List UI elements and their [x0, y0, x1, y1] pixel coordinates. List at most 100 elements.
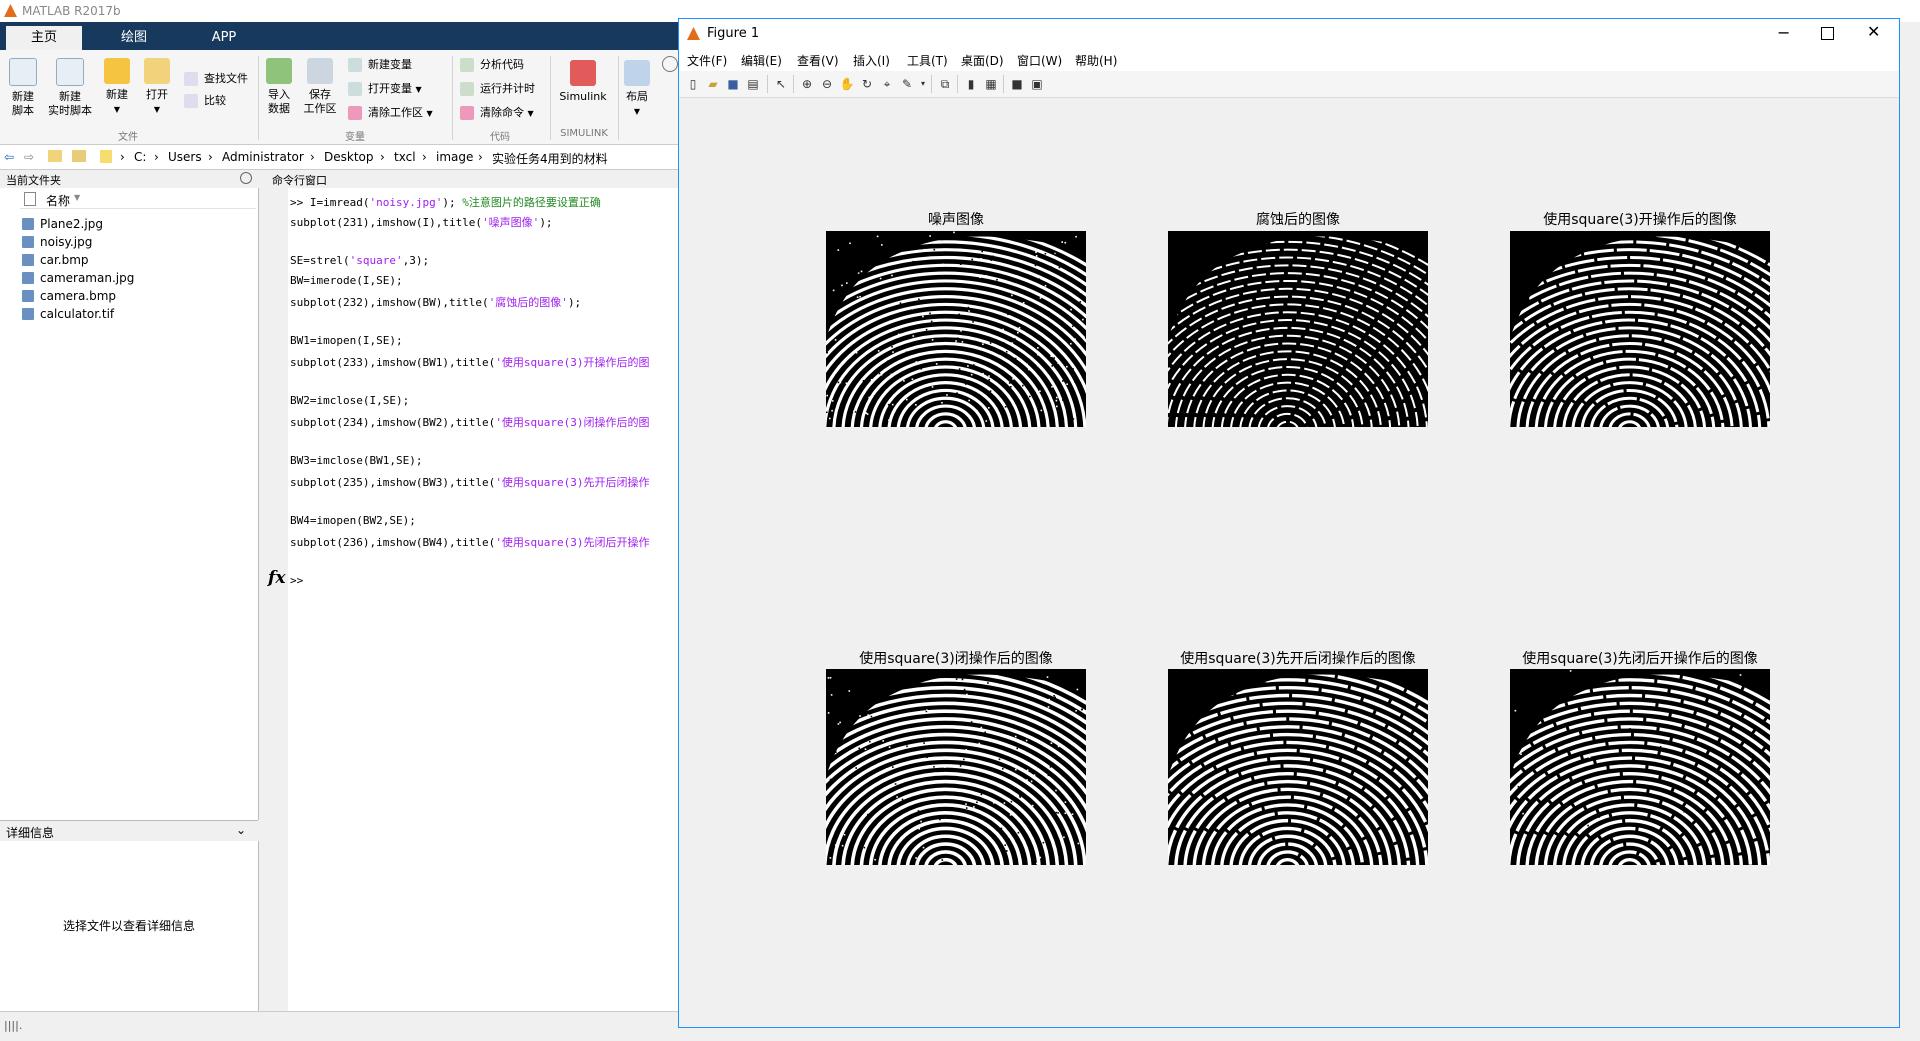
- chevron-down-icon[interactable]: ⌄: [236, 823, 246, 837]
- noise-speck: [984, 731, 986, 734]
- address-bar: ⇦ ⇨ › C: › Users › Administrator › Deskt…: [0, 145, 680, 170]
- new-button[interactable]: 新建 ▼: [102, 58, 132, 117]
- up-folder-icon[interactable]: [48, 150, 62, 162]
- edit-plot-arrow-icon[interactable]: ↖: [773, 76, 789, 92]
- fingerprint-image-eroded[interactable]: [1168, 231, 1428, 427]
- legend-icon[interactable]: ▦: [983, 76, 999, 92]
- layout-button[interactable]: 布局 ▼: [622, 60, 652, 119]
- colorbar-icon[interactable]: ▮: [963, 76, 979, 92]
- find-files-button[interactable]: 查找文件: [182, 70, 248, 88]
- current-folder-header: 当前文件夹: [0, 170, 258, 189]
- tab-apps[interactable]: APP: [186, 26, 262, 50]
- menu-insert[interactable]: 插入(I): [853, 52, 890, 69]
- list-item[interactable]: Plane2.jpg: [22, 215, 103, 233]
- function-browser-fx-icon[interactable]: fx: [268, 568, 285, 588]
- noise-speck: [920, 368, 922, 370]
- fingerprint-image-openclose[interactable]: [1168, 669, 1428, 865]
- noise-speck: [933, 246, 935, 249]
- list-item[interactable]: car.bmp: [22, 251, 89, 269]
- details-message: 选择文件以查看详细信息: [62, 919, 195, 933]
- fingerprint-image-close[interactable]: [826, 669, 1086, 865]
- command-prompt[interactable]: >>: [290, 574, 303, 587]
- zoom-in-icon[interactable]: ⊕: [799, 76, 815, 92]
- menu-window[interactable]: 窗口(W): [1017, 52, 1062, 69]
- minimize-icon[interactable]: −: [1777, 23, 1790, 42]
- fingerprint-image-noisy[interactable]: [826, 231, 1086, 427]
- open-button[interactable]: 打开 ▼: [142, 58, 172, 117]
- compare-button[interactable]: 比较: [182, 92, 226, 110]
- run-and-time-button[interactable]: 运行并计时: [458, 80, 535, 98]
- details-header[interactable]: 详细信息 ⌄: [0, 820, 258, 842]
- new-variable-button[interactable]: 新建变量: [346, 56, 412, 74]
- breadcrumb-6[interactable]: 实验任务4用到的材料: [492, 150, 608, 167]
- open-variable-button[interactable]: 打开变量 ▼: [346, 80, 422, 98]
- code-code: subplot(233),imshow(BW1),title(: [290, 356, 496, 369]
- clear-workspace-button[interactable]: 清除工作区 ▼: [346, 104, 433, 122]
- close-icon[interactable]: ✕: [1867, 22, 1880, 41]
- print-icon[interactable]: ▤: [745, 76, 761, 92]
- maximize-icon[interactable]: [1821, 27, 1834, 40]
- save-workspace-button[interactable]: 保存 工作区: [302, 58, 338, 116]
- zoom-out-icon[interactable]: ⊖: [819, 76, 835, 92]
- noise-speck: [890, 373, 893, 376]
- open-file-icon[interactable]: ▰: [705, 76, 721, 92]
- noise-speck: [1069, 798, 1072, 801]
- noise-speck: [881, 244, 883, 246]
- fingerprint-image-closeopen[interactable]: [1510, 669, 1770, 865]
- save-icon[interactable]: ■: [725, 76, 741, 92]
- breadcrumb-3[interactable]: Desktop: [324, 150, 374, 164]
- tab-plots[interactable]: 绘图: [96, 26, 172, 50]
- new-script-button[interactable]: 新建 脚本: [6, 58, 40, 118]
- code-str: 'noisy.jpg': [369, 196, 443, 209]
- list-item[interactable]: camera.bmp: [22, 287, 116, 305]
- show-tools-icon[interactable]: ▣: [1029, 76, 1045, 92]
- noise-speck: [1053, 357, 1055, 359]
- back-arrow-icon[interactable]: ⇦: [4, 150, 14, 164]
- panel-actions-icon[interactable]: [240, 172, 252, 184]
- data-cursor-icon[interactable]: ⌖: [879, 76, 895, 92]
- simulink-label: Simulink: [559, 90, 607, 103]
- link-plot-icon[interactable]: ⧉: [937, 76, 953, 92]
- hide-tools-icon[interactable]: ■: [1009, 76, 1025, 92]
- menu-tools[interactable]: 工具(T): [907, 52, 948, 69]
- menu-help[interactable]: 帮助(H): [1075, 52, 1117, 69]
- command-window[interactable]: >> I=imread('noisy.jpg'); %注意图片的路径要设置正确 s…: [288, 188, 680, 1011]
- rotate-3d-icon[interactable]: ↻: [859, 76, 875, 92]
- import-data-button[interactable]: 导入 数据: [262, 58, 296, 116]
- tab-home[interactable]: 主页: [6, 26, 82, 50]
- breadcrumb-0[interactable]: C:: [134, 150, 146, 164]
- noise-speck: [1022, 690, 1024, 693]
- new-live-script-button[interactable]: 新建 实时脚本: [46, 58, 94, 118]
- chevron-down-icon[interactable]: ▾: [915, 76, 931, 92]
- noise-speck: [1014, 313, 1017, 316]
- menu-file[interactable]: 文件(F): [687, 52, 727, 69]
- command-line: BW1=imopen(I,SE);: [290, 334, 403, 347]
- clear-commands-button[interactable]: 清除命令 ▼: [458, 104, 534, 122]
- noise-speck: [935, 363, 938, 365]
- noise-speck: [1017, 331, 1019, 334]
- pan-hand-icon[interactable]: ✋: [839, 76, 855, 92]
- noise-speck: [916, 310, 919, 313]
- breadcrumb-5[interactable]: image: [436, 150, 473, 164]
- preferences-gear-icon[interactable]: [662, 56, 678, 72]
- toolbar-divider: [793, 75, 794, 93]
- forward-arrow-icon[interactable]: ⇨: [24, 150, 34, 164]
- browse-folder-icon[interactable]: [72, 150, 86, 162]
- breadcrumb-4[interactable]: txcl: [394, 150, 416, 164]
- list-item[interactable]: calculator.tif: [22, 305, 114, 323]
- analyze-code-button[interactable]: 分析代码: [458, 56, 524, 74]
- simulink-button[interactable]: Simulink: [556, 60, 610, 104]
- column-header-name[interactable]: 名称 ▼: [20, 190, 256, 209]
- menu-edit[interactable]: 编辑(E): [741, 52, 782, 69]
- breadcrumb-1[interactable]: Users: [168, 150, 202, 164]
- new-figure-icon[interactable]: ▯: [685, 76, 701, 92]
- fingerprint-image-open[interactable]: [1510, 231, 1770, 427]
- menu-desktop[interactable]: 桌面(D): [961, 52, 1004, 69]
- menu-view[interactable]: 查看(V): [797, 52, 839, 69]
- brush-icon[interactable]: ✎: [899, 76, 915, 92]
- noise-speck: [954, 738, 957, 741]
- list-item[interactable]: noisy.jpg: [22, 233, 92, 251]
- breadcrumb-2[interactable]: Administrator: [222, 150, 304, 164]
- list-item[interactable]: cameraman.jpg: [22, 269, 134, 287]
- code-code: subplot(235),imshow(BW3),title(: [290, 476, 496, 489]
